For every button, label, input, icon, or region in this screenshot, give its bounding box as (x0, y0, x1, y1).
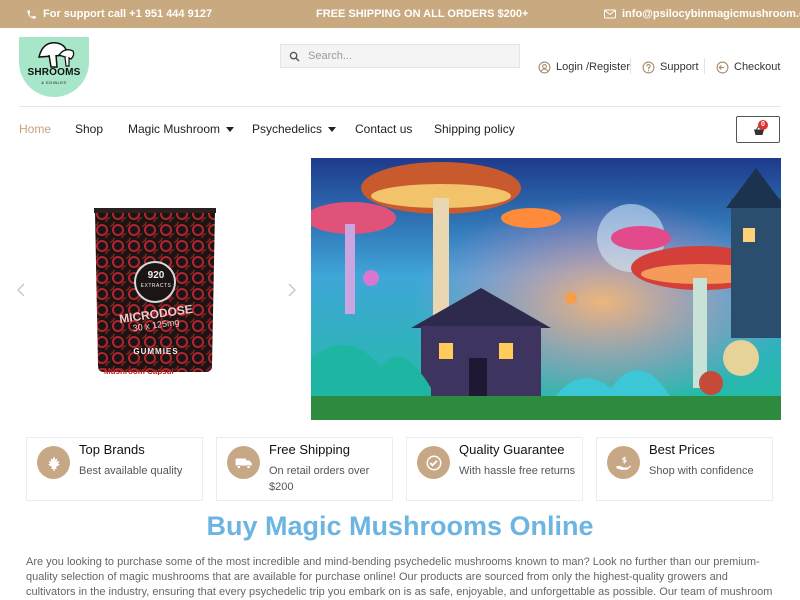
nav-home-label: Home (19, 122, 52, 136)
support-label: Support (660, 61, 699, 73)
login-register-link[interactable]: Login /Register (538, 58, 630, 76)
chevron-down-icon (328, 126, 337, 132)
nav-magic-mushroom-label: Magic Mushroom (128, 122, 221, 136)
feature-free-shipping: Free Shipping On retail orders over $200 (216, 437, 393, 501)
header-divider (704, 58, 705, 74)
feature-title: Best Prices (649, 442, 715, 457)
truck-icon (227, 446, 260, 479)
page-heading: Buy Magic Mushrooms Online (206, 511, 594, 541)
feature-title: Top Brands (79, 442, 145, 457)
nav-psychedelics[interactable]: Psychedelics (252, 121, 337, 137)
support-text: For support call +1 951 444 9127 (43, 8, 213, 20)
feature-best-prices: $ Best Prices Shop with confidence (596, 437, 773, 501)
shipping-text: FREE SHIPPING ON ALL ORDERS $200+ (316, 8, 529, 20)
search-input[interactable] (308, 50, 508, 62)
mushroom-logo-icon (38, 42, 75, 68)
feature-subtitle: With hassle free returns (459, 465, 576, 477)
envelope-icon (604, 9, 616, 19)
feature-title: Quality Guarantee (459, 442, 565, 457)
chevron-left-icon (16, 283, 25, 297)
header-divider-line (19, 106, 781, 107)
help-icon (642, 61, 655, 73)
header-divider (630, 58, 631, 74)
nav-shipping-label: Shipping policy (434, 122, 515, 136)
nav-shipping-policy[interactable]: Shipping policy (434, 121, 515, 137)
cart-count-badge: 0 (758, 120, 768, 130)
product-type: GUMMIES (133, 347, 179, 356)
mushroom-forest-illustration (311, 158, 781, 420)
intro-paragraph: Are you looking to purchase some of the … (26, 556, 773, 598)
checkout-arrow-icon (716, 61, 729, 73)
maple-leaf-icon (37, 446, 70, 479)
cart-button[interactable]: 0 (736, 116, 780, 143)
top-bar: For support call +1 951 444 9127 FREE SH… (0, 0, 800, 28)
product-brand-number: 920 (147, 270, 165, 281)
search-icon[interactable] (289, 51, 300, 62)
feature-subtitle: On retail orders over $200 (269, 465, 370, 493)
nav-magic-mushroom[interactable]: Magic Mushroom (128, 121, 235, 137)
slider-prev-button[interactable] (16, 283, 25, 302)
support-email[interactable]: info@psilocybinmagicmushroom.org (604, 0, 800, 28)
checkout-label: Checkout (734, 61, 781, 73)
phone-icon (27, 9, 36, 19)
shipping-banner: FREE SHIPPING ON ALL ORDERS $200+ (316, 0, 528, 28)
product-caption[interactable]: Mushroom Capsul (104, 367, 204, 375)
price-hand-icon: $ (607, 446, 640, 479)
chevron-right-icon (288, 283, 297, 297)
support-phone[interactable]: For support call +1 951 444 9127 (26, 0, 212, 28)
nav-home[interactable]: Home (19, 121, 51, 137)
user-icon (538, 61, 551, 73)
svg-text:$: $ (621, 455, 626, 464)
nav-psychedelics-label: Psychedelics (252, 122, 323, 136)
support-link[interactable]: Support (642, 58, 699, 76)
site-logo[interactable]: SHROOMS & EDIBLES (19, 37, 89, 97)
search-box (280, 44, 520, 68)
check-icon (417, 446, 450, 479)
feature-top-brands: Top Brands Best available quality (26, 437, 203, 501)
feature-subtitle: Best available quality (79, 465, 183, 477)
checkout-link[interactable]: Checkout (716, 58, 780, 76)
hero-psychedelic-image (311, 158, 781, 420)
logo-text: SHROOMS (27, 67, 81, 78)
logo-subtext: & EDIBLES (41, 80, 67, 85)
chevron-down-icon (226, 126, 235, 132)
email-text: info@psilocybinmagicmushroom.org (622, 8, 800, 20)
feature-quality-guarantee: Quality Guarantee With hassle free retur… (406, 437, 583, 501)
feature-title: Free Shipping (269, 442, 350, 457)
nav-shop-label: Shop (75, 122, 104, 136)
slider-next-button[interactable] (288, 283, 297, 302)
nav-contact-us[interactable]: Contact us (355, 121, 412, 137)
nav-contact-label: Contact us (355, 122, 413, 136)
feature-subtitle: Shop with confidence (649, 465, 754, 477)
login-register-label: Login /Register (556, 61, 630, 73)
nav-shop[interactable]: Shop (75, 121, 103, 137)
product-brand-name: EXTRACTS (140, 283, 172, 289)
